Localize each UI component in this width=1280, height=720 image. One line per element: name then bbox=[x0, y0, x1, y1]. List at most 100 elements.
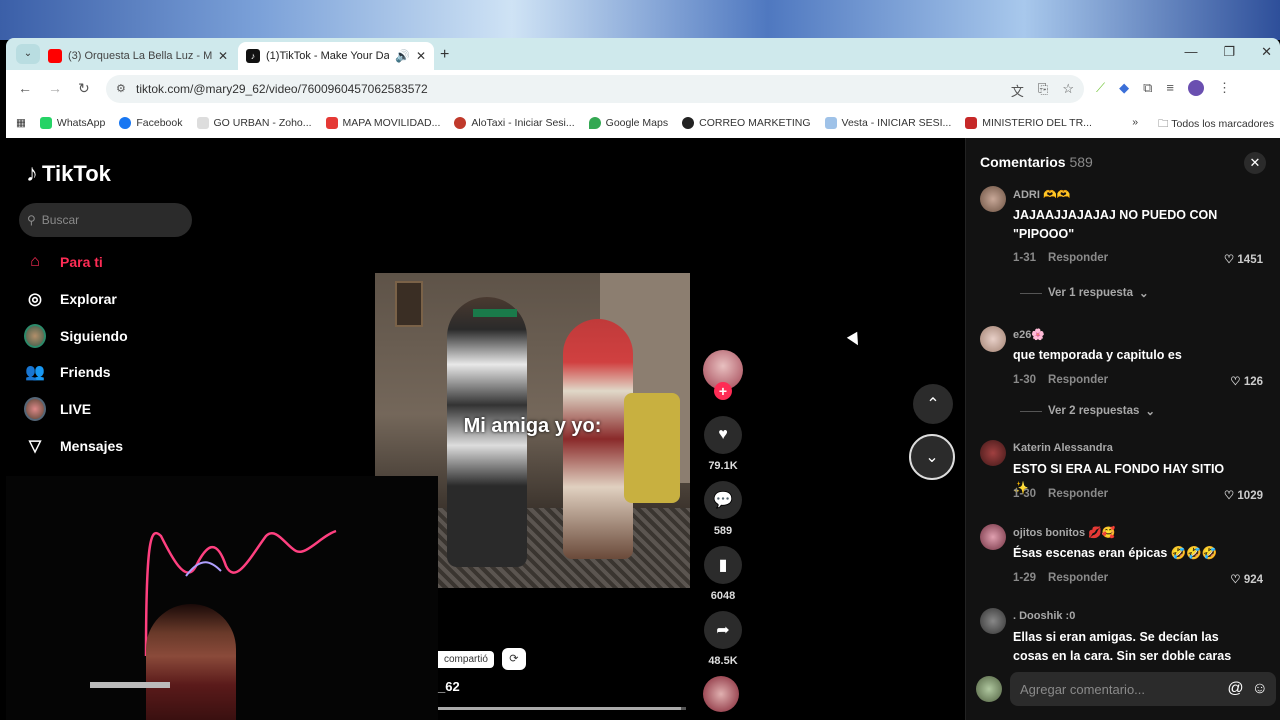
new-tab-button[interactable]: + bbox=[440, 46, 449, 64]
video-caption: Mi amiga y yo: bbox=[463, 415, 602, 437]
speaker-icon[interactable]: 🔊 bbox=[395, 49, 410, 63]
next-video-button[interactable]: ⌄ bbox=[909, 434, 955, 480]
comments-header: Comentarios 589 bbox=[980, 154, 1093, 170]
view-replies[interactable]: Ver 2 respuestas ⌄ bbox=[1020, 404, 1155, 418]
close-comments-button[interactable]: ✕ bbox=[1244, 152, 1266, 174]
avatar[interactable] bbox=[980, 608, 1006, 634]
bookmarks-bar: ▦ WhatsApp Facebook GO URBAN - Zoho... M… bbox=[6, 108, 1280, 138]
profile-avatar[interactable] bbox=[1188, 80, 1204, 96]
nav-friends[interactable]: 👥 Friends bbox=[24, 361, 111, 383]
comment-user[interactable]: ADRI 🫶🫶 bbox=[1013, 188, 1070, 201]
reload-icon[interactable]: ↻ bbox=[78, 80, 90, 97]
back-icon[interactable]: ← bbox=[18, 80, 32, 96]
avatar[interactable] bbox=[980, 440, 1006, 466]
comment-text: que temporada y capitulo es bbox=[1013, 348, 1182, 362]
menu-icon[interactable]: ⋮ bbox=[1218, 80, 1231, 96]
like-comment[interactable]: ♡ 1029 bbox=[1224, 488, 1263, 502]
like-comment[interactable]: ♡ 1451 bbox=[1224, 252, 1263, 266]
comment-user[interactable]: e26🌸 bbox=[1013, 328, 1045, 341]
comment-user[interactable]: Katerin Alessandra bbox=[1013, 442, 1113, 454]
bookmark-whatsapp[interactable]: WhatsApp bbox=[39, 117, 105, 129]
previous-video-button[interactable]: ⌃ bbox=[913, 384, 953, 424]
forward-icon[interactable]: → bbox=[48, 80, 62, 96]
bookmark-mapa[interactable]: MAPA MOVILIDAD... bbox=[325, 117, 440, 129]
comment-count: 589 bbox=[713, 525, 733, 537]
comment-meta: 1-29 Responder ♡ 924 bbox=[1013, 572, 1263, 586]
webcam-overlay bbox=[6, 476, 438, 720]
more-bookmarks-icon[interactable]: » bbox=[1132, 116, 1138, 134]
extension-icon[interactable]: ◆ bbox=[1119, 80, 1129, 96]
comment-meta: 1-31 Responder ♡ 1451 bbox=[1013, 252, 1263, 266]
avatar[interactable] bbox=[980, 524, 1006, 550]
nav-explorar[interactable]: ◎ Explorar bbox=[24, 288, 117, 310]
comment-input[interactable]: Agregar comentario... @ ☺ bbox=[1010, 672, 1276, 706]
reply-button[interactable]: Responder bbox=[1048, 488, 1108, 500]
close-window-icon[interactable]: ✕ bbox=[1261, 44, 1272, 60]
bookmark-vesta[interactable]: Vesta - INICIAR SESI... bbox=[824, 117, 951, 129]
tab-search-button[interactable]: ⌄ bbox=[16, 44, 40, 64]
cast-icon[interactable]: ⎘ bbox=[1038, 81, 1048, 100]
view-replies[interactable]: Ver 1 respuesta ⌄ bbox=[1020, 286, 1149, 300]
tiktok-logo[interactable]: ♪ TikTok bbox=[26, 160, 111, 188]
emoji-icon[interactable]: ☺ bbox=[1252, 680, 1268, 698]
nav-live[interactable]: LIVE bbox=[24, 397, 91, 421]
comment-composer: Agregar comentario... @ ☺ bbox=[976, 670, 1276, 708]
save-action[interactable]: ▮ 6048 bbox=[703, 546, 743, 602]
site-info-icon[interactable]: ⚙ bbox=[116, 82, 126, 95]
bookmark-gourban[interactable]: GO URBAN - Zoho... bbox=[196, 117, 312, 129]
search-input[interactable]: ⚲ Buscar bbox=[19, 203, 192, 237]
repost-icon[interactable]: ⟳ bbox=[501, 648, 526, 670]
progress-fill bbox=[438, 707, 682, 710]
bookmark-correo[interactable]: CORREO MARKETING bbox=[682, 117, 811, 129]
minimize-icon[interactable]: — bbox=[1184, 44, 1197, 60]
follow-plus-icon[interactable]: + bbox=[714, 382, 732, 400]
bookmark-google-maps[interactable]: Google Maps bbox=[588, 117, 668, 129]
tiktok-icon: ♪ bbox=[246, 49, 260, 63]
tab-youtube[interactable]: (3) Orquesta La Bella Luz - Mix ✕ bbox=[40, 42, 236, 70]
tiktok-app: ♪ TikTok ⚲ Buscar ⌂ Para ti ◎ Explorar Sig… bbox=[6, 138, 1280, 720]
sound-avatar[interactable] bbox=[703, 676, 743, 712]
maximize-icon[interactable]: ❐ bbox=[1223, 44, 1235, 60]
like-comment[interactable]: ♡ 924 bbox=[1230, 572, 1263, 586]
reply-button[interactable]: Responder bbox=[1048, 572, 1108, 584]
window-controls: — ❐ ✕ bbox=[1184, 44, 1272, 60]
tab-title: (3) Orquesta La Bella Luz - Mix bbox=[68, 50, 212, 62]
nav-siguiendo[interactable]: Siguiendo bbox=[24, 324, 128, 348]
extension-icon[interactable]: ⟋ bbox=[1096, 80, 1105, 96]
like-comment[interactable]: ♡ 126 bbox=[1230, 374, 1263, 388]
mention-icon[interactable]: @ bbox=[1227, 680, 1243, 698]
home-icon: ⌂ bbox=[30, 253, 40, 270]
streamer bbox=[146, 604, 236, 720]
comment-action[interactable]: 💬 589 bbox=[703, 481, 743, 537]
url-text: tiktok.com/@mary29_62/video/760096045706… bbox=[136, 82, 428, 96]
close-tab-icon[interactable]: ✕ bbox=[416, 49, 426, 63]
bookmark-facebook[interactable]: Facebook bbox=[119, 117, 183, 129]
username[interactable]: _62 bbox=[438, 679, 460, 694]
reply-button[interactable]: Responder bbox=[1048, 252, 1108, 264]
reply-button[interactable]: Responder bbox=[1048, 374, 1108, 386]
like-action[interactable]: ♥ 79.1K bbox=[703, 416, 743, 472]
apps-icon[interactable]: ▦ bbox=[16, 117, 26, 129]
comment-user[interactable]: . Dooshik :0 bbox=[1013, 610, 1075, 622]
translate-icon[interactable]: 文 bbox=[1011, 81, 1024, 100]
share-action[interactable]: ➦ 48.5K bbox=[703, 611, 743, 667]
all-bookmarks[interactable]: 🗀 Todos los marcadores bbox=[1158, 116, 1274, 134]
nav-para-ti[interactable]: ⌂ Para ti bbox=[24, 251, 103, 273]
my-avatar bbox=[976, 676, 1002, 702]
close-tab-icon[interactable]: ✕ bbox=[218, 49, 228, 63]
comment-user[interactable]: ojitos bonitos 💋🥰 bbox=[1013, 526, 1116, 539]
tab-tiktok[interactable]: ♪ (1)TikTok - Make Your Day 🔊 ✕ bbox=[238, 42, 434, 70]
video-progress[interactable] bbox=[438, 707, 686, 710]
nav-mensajes[interactable]: ▽ Mensajes bbox=[24, 435, 123, 457]
bookmark-ministerio[interactable]: MINISTERIO DEL TR... bbox=[965, 117, 1092, 129]
avatar[interactable] bbox=[980, 326, 1006, 352]
creator-avatar-action[interactable]: + bbox=[703, 350, 743, 400]
media-icon[interactable]: ≡ bbox=[1166, 80, 1174, 96]
puzzle-icon[interactable]: ⧉ bbox=[1143, 80, 1152, 96]
bookmark-star-icon[interactable]: ☆ bbox=[1062, 81, 1074, 100]
bookmark-alotaxi[interactable]: AloTaxi - Iniciar Sesi... bbox=[454, 117, 575, 129]
address-bar[interactable]: ⚙ tiktok.com/@mary29_62/video/7600960457… bbox=[106, 75, 1084, 103]
comment-icon: 💬 bbox=[704, 481, 742, 519]
avatar[interactable] bbox=[980, 186, 1006, 212]
shared-row: compartió ⟳ bbox=[438, 648, 526, 670]
